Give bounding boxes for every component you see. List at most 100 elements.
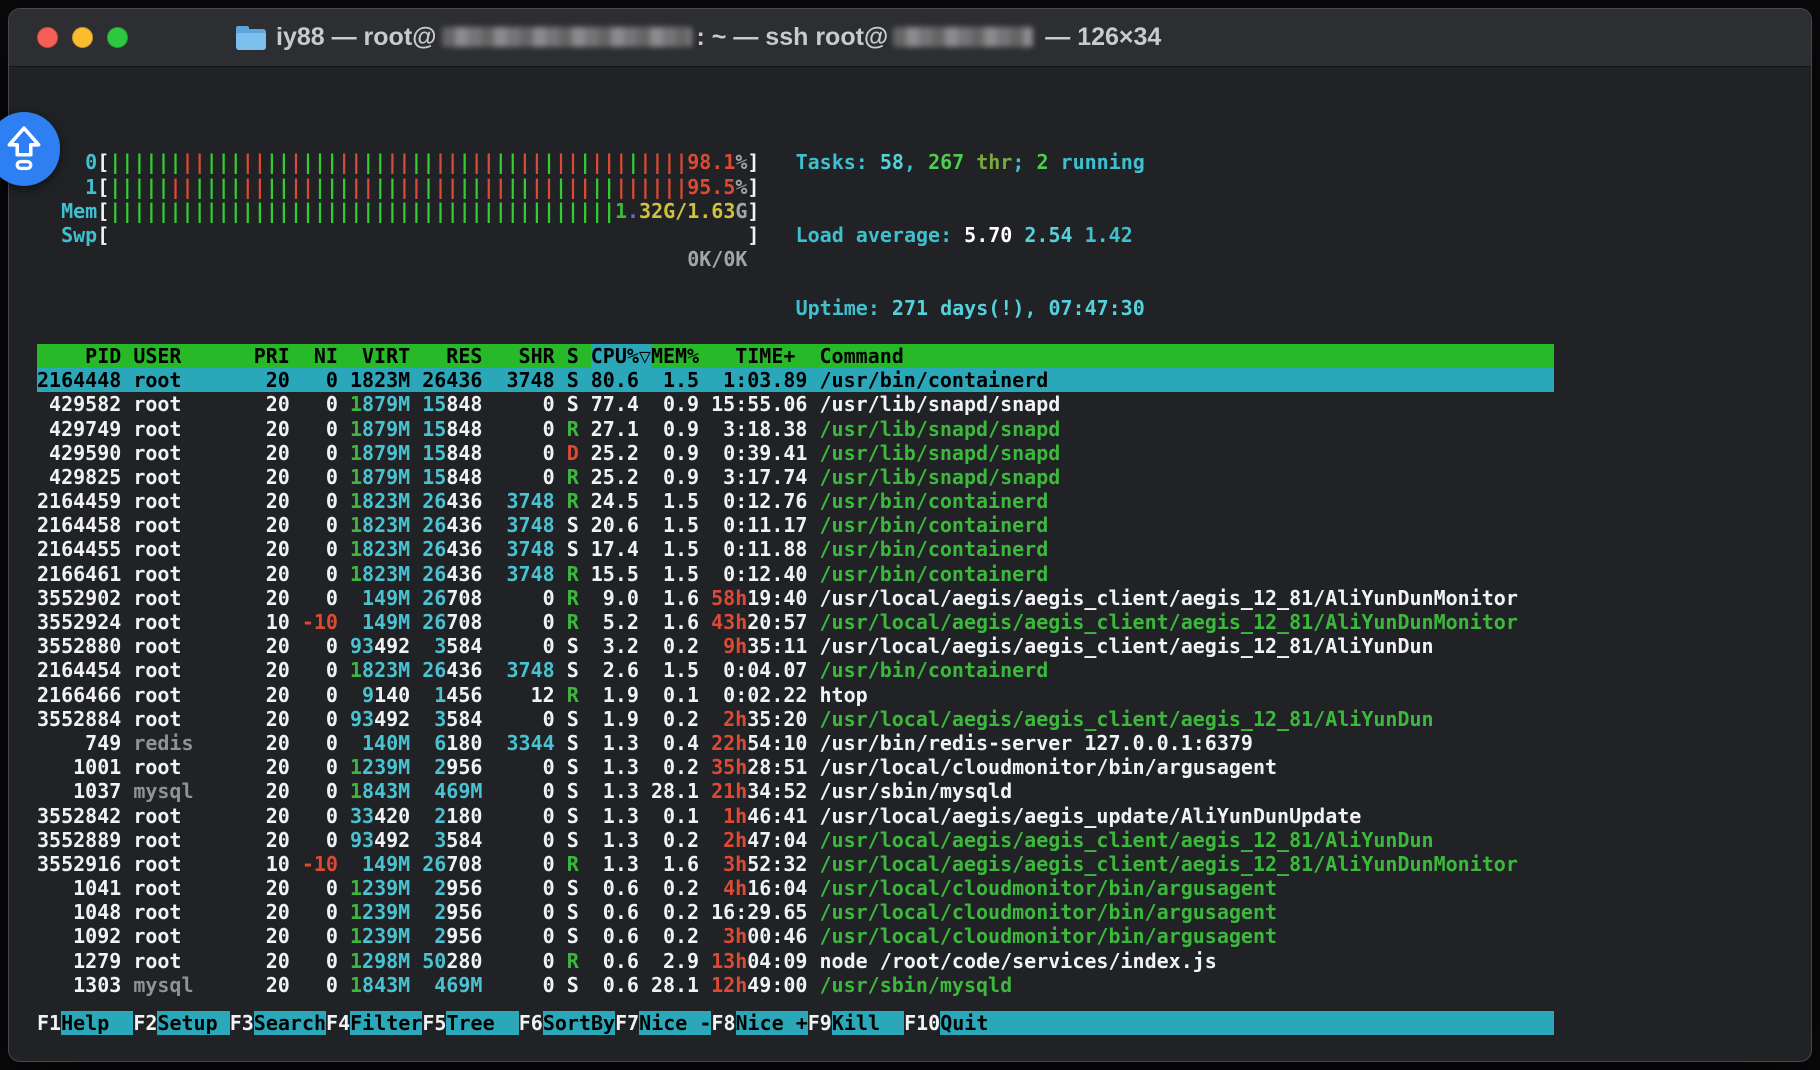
process-row[interactable]: 1001root2001239M29560S1.30.235h28:51/usr… <box>37 755 1554 779</box>
column-header-shr[interactable]: SHR <box>494 344 554 368</box>
uptime: Uptime: 271 days(!), 07:47:30 <box>796 296 1145 320</box>
cell-priority: 20 <box>254 417 290 441</box>
traffic-light-close[interactable] <box>37 27 58 48</box>
process-row[interactable]: 1279root2001298M502800R0.62.913h04:09nod… <box>37 949 1554 973</box>
process-row[interactable]: 3552916root10-10149M267080R1.31.63h52:32… <box>37 852 1554 876</box>
process-row[interactable]: 3552880root2009349235840S3.20.29h35:11/u… <box>37 634 1554 658</box>
meter-bar: | <box>326 175 338 199</box>
cell-priority: 20 <box>254 634 290 658</box>
fkey-f1-help[interactable]: F1Help <box>37 1011 133 1035</box>
cell-nice: -10 <box>302 610 338 634</box>
process-row[interactable]: 1037mysql2001843M469M0S1.328.121h34:52/u… <box>37 779 1554 803</box>
column-header-virt[interactable]: VIRT <box>350 344 410 368</box>
cell-cpu-percent: 25.2 <box>591 441 639 465</box>
fkey-f7-nice-[interactable]: F7Nice - <box>615 1011 711 1035</box>
cell-nice: 0 <box>302 537 338 561</box>
process-row[interactable]: 3552842root2003342021800S1.30.11h46:41/u… <box>37 804 1554 828</box>
process-row[interactable]: 2166461root2001823M264363748R15.51.50:12… <box>37 562 1554 586</box>
column-header-res[interactable]: RES <box>422 344 482 368</box>
cell-command: /usr/lib/snapd/snapd <box>819 441 1554 465</box>
cell-res: 2956 <box>422 876 482 900</box>
process-row[interactable]: 1303mysql2001843M469M0S0.628.112h49:00/u… <box>37 973 1554 997</box>
process-row[interactable]: 3552889root2009349235840S1.30.22h47:04/u… <box>37 828 1554 852</box>
column-header-ni[interactable]: NI <box>302 344 338 368</box>
cell-state: R <box>567 417 579 441</box>
cell-virt: 1843M <box>350 779 410 803</box>
cell-state: S <box>567 537 579 561</box>
terminal-window: iy88 — root@: ~ — ssh root@ — 126×34 0[|… <box>8 8 1812 1062</box>
cell-res: 50280 <box>422 949 482 973</box>
fkey-f8-nice+[interactable]: F8Nice + <box>711 1011 807 1035</box>
cell-time: 21h34:52 <box>711 779 807 803</box>
cell-virt: 93492 <box>350 707 410 731</box>
fkey-f2-setup[interactable]: F2Setup <box>133 1011 229 1035</box>
process-row[interactable]: 1041root2001239M29560S0.60.24h16:04/usr/… <box>37 876 1554 900</box>
process-row[interactable]: 429749root2001879M158480R27.10.93:18.38/… <box>37 417 1554 441</box>
cell-virt: 1823M <box>350 658 410 682</box>
window-title: iy88 — root@: ~ — ssh root@ — 126×34 <box>276 25 1161 50</box>
cell-shr: 3748 <box>494 513 554 537</box>
meter-bar: | <box>543 199 555 223</box>
column-header-pri[interactable]: PRI <box>254 344 290 368</box>
cell-mem-percent: 0.1 <box>651 683 699 707</box>
fkey-f6-sortby[interactable]: F6SortBy <box>519 1011 615 1035</box>
fkey-f10-quit[interactable]: F10Quit <box>904 1011 1012 1035</box>
cell-cpu-percent: 25.2 <box>591 465 639 489</box>
process-row[interactable]: 3552902root200149M267080R9.01.658h19:40/… <box>37 586 1554 610</box>
cell-time: 16:29.65 <box>711 900 807 924</box>
process-row[interactable]: 3552924root10-10149M267080R5.21.643h20:5… <box>37 610 1554 634</box>
cell-virt: 1298M <box>350 949 410 973</box>
meter-bar: | <box>386 150 398 174</box>
cell-nice: 0 <box>302 973 338 997</box>
column-header-mem[interactable]: MEM% <box>651 344 699 368</box>
fkey-f9-kill[interactable]: F9Kill <box>808 1011 904 1035</box>
meter-bar: | <box>109 150 121 174</box>
cell-state: S <box>567 634 579 658</box>
fkey-f3-search[interactable]: F3Search <box>230 1011 326 1035</box>
meter-bar: | <box>459 175 471 199</box>
process-row[interactable]: 2164458root2001823M264363748S20.61.50:11… <box>37 513 1554 537</box>
column-header-time[interactable]: TIME+ <box>711 344 807 368</box>
cell-nice: 0 <box>302 562 338 586</box>
fkey-f5-tree[interactable]: F5Tree <box>422 1011 518 1035</box>
column-header-pid[interactable]: PID <box>37 344 121 368</box>
cell-nice: 0 <box>302 707 338 731</box>
cell-command: /usr/local/aegis/aegis_client/aegis_12_8… <box>819 586 1554 610</box>
cell-pid: 1001 <box>37 755 121 779</box>
meter-bar: | <box>145 175 157 199</box>
traffic-light-zoom[interactable] <box>107 27 128 48</box>
meter-bar: | <box>663 175 675 199</box>
cell-res: 15848 <box>422 465 482 489</box>
process-row[interactable]: 3552884root2009349235840S1.90.22h35:20/u… <box>37 707 1554 731</box>
process-row[interactable]: 2164455root2001823M264363748S17.41.50:11… <box>37 537 1554 561</box>
meter-bar: | <box>254 199 266 223</box>
column-header-cpu[interactable]: CPU%▽ <box>591 344 639 368</box>
column-header-s[interactable]: S <box>567 344 579 368</box>
meter-bar: | <box>157 199 169 223</box>
process-row[interactable]: 749redis200140M61803344S1.30.422h54:10/u… <box>37 731 1554 755</box>
process-row[interactable]: 2166466root2009140145612R1.90.10:02.22ht… <box>37 683 1554 707</box>
process-row[interactable]: 429590root2001879M158480D25.20.90:39.41/… <box>37 441 1554 465</box>
process-row[interactable]: 2164459root2001823M264363748R24.51.50:12… <box>37 489 1554 513</box>
process-row[interactable]: 2164454root2001823M264363748S2.61.50:04.… <box>37 658 1554 682</box>
cell-time: 13h04:09 <box>711 949 807 973</box>
cell-command: /usr/bin/containerd <box>819 513 1554 537</box>
cell-res: 26436 <box>422 537 482 561</box>
process-row[interactable]: 1092root2001239M29560S0.60.23h00:46/usr/… <box>37 924 1554 948</box>
cell-mem-percent: 1.6 <box>651 610 699 634</box>
cell-time: 15:55.06 <box>711 392 807 416</box>
process-row[interactable]: 429582root2001879M158480S77.40.915:55.06… <box>37 392 1554 416</box>
meter-bar: | <box>567 199 579 223</box>
process-row[interactable]: 1048root2001239M29560S0.60.216:29.65/usr… <box>37 900 1554 924</box>
process-row-selected[interactable]: 2164448root2001823M264363748S80.61.51:03… <box>37 368 1554 392</box>
process-row[interactable]: 429825root2001879M158480R25.20.93:17.74/… <box>37 465 1554 489</box>
fkey-f4-filter[interactable]: F4Filter <box>326 1011 422 1035</box>
cell-nice: 0 <box>302 465 338 489</box>
cell-nice: 0 <box>302 658 338 682</box>
meter-bar: | <box>194 199 206 223</box>
cell-mem-percent: 1.5 <box>651 658 699 682</box>
meter-bar: | <box>338 150 350 174</box>
traffic-light-minimize[interactable] <box>72 27 93 48</box>
cell-priority: 20 <box>254 973 290 997</box>
column-header-user[interactable]: USER <box>133 344 241 368</box>
